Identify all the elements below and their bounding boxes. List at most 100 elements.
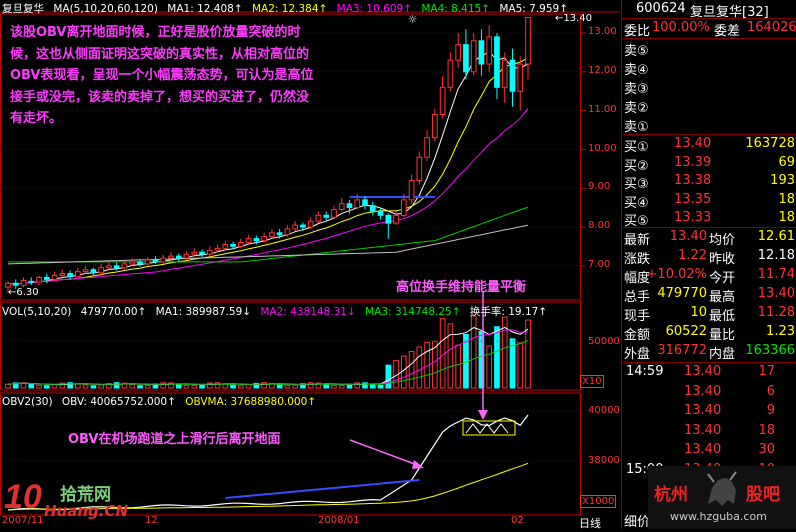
candle-body <box>175 255 182 259</box>
candle-body <box>36 276 42 283</box>
buy-row: 买③ 13.38 193 <box>622 173 796 192</box>
ma60-line <box>8 206 529 263</box>
price-tick: 9.00 <box>588 181 611 192</box>
obv-header: OBV2(30) OBV: 40065752.000↑ OBVMA: 37688… <box>2 396 322 408</box>
buy-price: 13.33 <box>674 210 712 225</box>
weibi-label: 委比 <box>624 24 651 39</box>
stock-code: 600624 <box>636 1 686 16</box>
volume-bar <box>400 355 407 389</box>
sell-label: 卖④ <box>624 63 649 78</box>
volume-bar <box>230 384 236 389</box>
stat-row: 涨跌 1.22 昨收 12.18 <box>622 248 796 267</box>
candle-body <box>144 259 151 265</box>
tick-row: 13.40 9 <box>622 403 796 420</box>
stat-value: 316772 <box>657 343 707 358</box>
stat-label: 今开 <box>709 271 736 286</box>
volume-bar <box>238 385 244 389</box>
hzguba-logo: 杭州 股吧 www.hzguba.com <box>648 466 796 529</box>
candle-body <box>439 86 446 115</box>
candle-body <box>408 179 415 201</box>
price-tick: 10.00 <box>588 143 617 154</box>
stat-value: 1.23 <box>766 324 795 339</box>
obvma-value: OBVMA: 37688980.000↑ <box>185 396 317 408</box>
stat-label: 均价 <box>709 233 736 248</box>
candle-body <box>292 224 298 230</box>
weibi-value: 100.00% <box>652 20 710 35</box>
ma2-value: MA2: 12.384↑ <box>251 3 328 15</box>
buy-price: 13.35 <box>674 191 712 207</box>
candle-body <box>20 280 27 286</box>
candle-body <box>400 199 407 216</box>
candle-body <box>129 261 136 265</box>
candle-body <box>416 156 423 181</box>
ma20-line <box>7 108 529 285</box>
volume-bar <box>214 382 221 389</box>
tick-volume: 30 <box>758 442 775 457</box>
volume-header: VOL(5,10,20) 479770.00↑ MA1: 389987.59↓ … <box>2 304 553 319</box>
weibi-row: 委比 100.00% 委差 164026 <box>622 20 796 39</box>
candle-body <box>43 276 50 280</box>
ma-params-label: MA(5,10,20,60,120) <box>53 3 158 15</box>
candle-body <box>315 214 322 222</box>
stat-value: +10.02% <box>646 267 707 282</box>
buy-volume: 18 <box>778 210 795 225</box>
candle-body <box>432 113 438 139</box>
sell-row: 卖① <box>622 116 796 135</box>
candle-body <box>307 220 314 228</box>
volume-bar <box>36 384 42 389</box>
stat-value: 60522 <box>665 324 707 339</box>
candle-body <box>331 209 337 218</box>
logo-url: www.hzguba.com <box>670 510 767 523</box>
weicha-label: 委差 <box>714 24 741 39</box>
tick-row: 13.40 18 <box>622 423 796 440</box>
date-tick: 2008/01 <box>318 515 360 526</box>
candle-body <box>478 40 485 65</box>
volume-bar <box>160 382 167 389</box>
volume-bar <box>447 323 454 389</box>
buy-row: 买④ 13.35 18 <box>622 191 796 211</box>
candle-body <box>12 282 19 286</box>
price-header: 复旦复华 MA(5,10,20,60,120) MA1: 12.408↑ MA2… <box>2 1 574 16</box>
stat-row: 幅度 +10.02% 今开 11.74 <box>622 267 796 286</box>
sell-label: 卖⑤ <box>624 44 649 59</box>
candle-body <box>191 251 198 255</box>
price-tick: 13.00 <box>588 26 617 37</box>
candle-body <box>98 267 104 274</box>
candle-body <box>51 275 58 280</box>
candle-body <box>269 232 275 238</box>
watermark-text2: Huang.CN <box>44 502 129 520</box>
stat-label: 最高 <box>709 290 736 305</box>
volume-bar <box>292 384 298 389</box>
candle-body <box>106 265 112 269</box>
volume-bar <box>470 315 477 389</box>
vol-label: VOL(5,10,20) <box>2 306 72 318</box>
candle-body <box>67 273 73 278</box>
chart-area[interactable]: ☼ 复旦复华 MA(5,10,20,60,120) MA1: 12.408↑ M… <box>0 0 620 530</box>
stat-row: 最新 13.40 均价 12.61 <box>622 229 796 248</box>
candle-body <box>206 249 213 255</box>
logo-text2: 股吧 <box>746 485 780 505</box>
candle-body <box>121 263 128 269</box>
ma1-value: MA1: 12.408↑ <box>167 3 243 15</box>
volume-bar <box>261 382 267 389</box>
stat-label: 金额 <box>624 328 651 343</box>
footer-label[interactable]: 细价 <box>624 511 650 530</box>
volume-bar <box>5 383 11 389</box>
site-watermark: 10 拾荒网 Huang.CN <box>2 478 142 526</box>
stat-row: 现手 10 最低 11.28 <box>622 305 796 324</box>
volume-bar <box>408 351 415 389</box>
stat-value: 1.22 <box>678 248 707 263</box>
stat-value: 479770 <box>657 286 707 301</box>
tick-price: 13.40 <box>684 422 722 438</box>
tick-price: 13.40 <box>684 364 722 379</box>
ma3-value: MA3: 10.609↑ <box>336 3 412 15</box>
buy-label: 买② <box>624 158 649 174</box>
tick-volume: 6 <box>766 383 775 399</box>
candle-body <box>28 280 35 283</box>
sell-label: 卖③ <box>624 82 649 97</box>
buy-price: 13.39 <box>674 154 712 170</box>
stat-label: 现手 <box>624 309 651 324</box>
stat-value: 12.61 <box>757 229 795 244</box>
stat-row: 外盘 316772 内盘 163366 <box>622 343 796 362</box>
candle-body <box>494 36 500 88</box>
